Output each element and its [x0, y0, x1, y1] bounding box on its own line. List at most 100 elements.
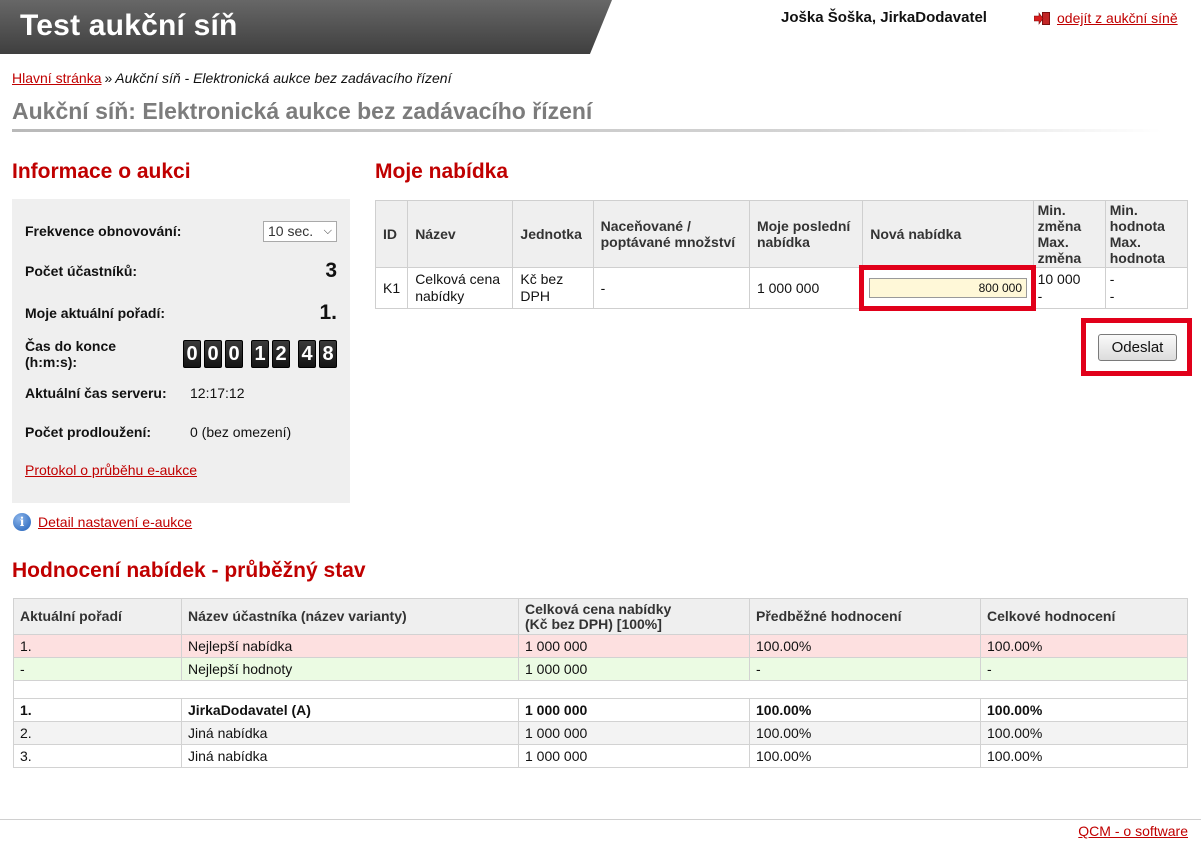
row-participant: Nejlepší nabídka — [181, 634, 519, 658]
row-price: 1 000 000 — [518, 634, 750, 658]
row-rank: - — [13, 657, 182, 681]
refresh-row: Frekvence obnovování: 10 sec. ⌵ — [25, 216, 337, 246]
chevron-down-icon: ⌵ — [323, 224, 332, 237]
evaluation-table: Aktuální pořadí Název účastníka (název v… — [13, 598, 1188, 768]
col-price: Celková cena nabídky (Kč bez DPH) [100%] — [518, 598, 750, 635]
offer-change: 10 000- — [1032, 267, 1106, 309]
col-quantity: Naceňované / poptávané množství — [592, 200, 750, 268]
offer-id: K1 — [374, 267, 409, 309]
row-total: 100.00% — [980, 698, 1188, 722]
info-icon: i — [13, 513, 31, 531]
info-heading: Informace o aukci — [12, 160, 191, 183]
new-bid-input[interactable] — [869, 278, 1027, 298]
refresh-select[interactable]: 10 sec. ⌵ — [263, 220, 337, 242]
breadcrumb-home-link[interactable]: Hlavní stránka — [12, 70, 101, 86]
protocol-row: Protokol o průběhu e-aukce — [25, 455, 337, 485]
offer-quantity: - — [592, 267, 750, 309]
row-prelim: 100.00% — [749, 744, 981, 768]
row-participant: Nejlepší hodnoty — [181, 657, 519, 681]
col-rank: Aktuální pořadí — [13, 598, 182, 635]
row-rank: 2. — [13, 721, 182, 745]
col-name: Název — [407, 200, 514, 268]
logout: odejít z aukční síně — [1033, 10, 1178, 26]
col-unit: Jednotka — [512, 200, 594, 268]
breadcrumb: Hlavní stránka» Aukční síň - Elektronická… — [12, 70, 451, 86]
row-participant: Jiná nabídka — [181, 721, 519, 745]
footer-link[interactable]: QCM - o software — [1078, 823, 1188, 839]
server-time-value: 12:17:12 — [190, 385, 245, 401]
col-participant: Název účastníka (název varianty) — [181, 598, 519, 635]
offer-max-value: - — [1109, 288, 1115, 304]
table-row: - Nejlepší hodnoty 1 000 000 - - — [13, 657, 1188, 681]
detail-settings-link[interactable]: Detail nastavení e-aukce — [38, 514, 192, 530]
refresh-label: Frekvence obnovování: — [25, 223, 182, 239]
submit-button[interactable]: Odeslat — [1098, 334, 1177, 361]
logout-link[interactable]: odejít z aukční síně — [1057, 10, 1178, 26]
row-price: 1 000 000 — [518, 744, 750, 768]
col-value-line3: Max. — [1109, 234, 1141, 250]
col-last-bid-line2: nabídka — [756, 234, 810, 250]
table-row: 3. Jiná nabídka 1 000 000 100.00% 100.00… — [13, 744, 1188, 768]
page-title: Aukční síň: Elektronická aukce bez zadáv… — [12, 98, 593, 124]
offer-unit-line1: Kč bez — [520, 271, 564, 287]
col-last-bid-line1: Moje poslední — [756, 218, 851, 234]
offer-heading: Moje nabídka — [375, 160, 509, 183]
timer-digit: 4 — [298, 340, 316, 368]
offer-header-row: ID Název Jednotka Naceňované / poptávané … — [374, 200, 1189, 268]
rank-row: Moje aktuální pořadí: 1. — [25, 298, 337, 328]
offer-row: K1 Celková cena nabídky Kč bez DPH - 1 000… — [374, 267, 1189, 309]
col-price-line2: (Kč bez DPH) [100%] — [525, 615, 662, 632]
row-rank: 3. — [13, 744, 182, 768]
col-value: Min. hodnota Max. hodnota — [1104, 200, 1189, 268]
breadcrumb-separator: » — [104, 70, 113, 86]
title-divider — [12, 129, 1162, 132]
row-participant: JirkaDodavatel (A) — [181, 698, 519, 722]
offer-min-value: - — [1109, 271, 1115, 287]
offer-min-change: 10 000 — [1037, 271, 1081, 287]
row-total: - — [980, 657, 1188, 681]
row-prelim: 100.00% — [749, 698, 981, 722]
table-spacer-row — [13, 680, 1188, 699]
row-total: 100.00% — [980, 634, 1188, 658]
row-prelim: 100.00% — [749, 721, 981, 745]
info-panel: Frekvence obnovování: 10 sec. ⌵ Počet úč… — [12, 199, 350, 503]
timer-digit: 8 — [319, 340, 337, 368]
offer-last-bid: 1 000 000 — [748, 267, 864, 309]
col-change: Min. změna Max. změna — [1032, 200, 1106, 268]
participants-value: 3 — [325, 259, 337, 282]
col-id: ID — [374, 200, 409, 268]
row-price: 1 000 000 — [518, 698, 750, 722]
timer-digit: 0 — [204, 340, 222, 368]
col-change-line3: Max. — [1037, 234, 1069, 250]
protocol-link[interactable]: Protokol o průběhu e-aukce — [25, 462, 197, 478]
top-bar: Test aukční síň Joška Šoška, JirkaDodava… — [0, 0, 1201, 54]
row-price: 1 000 000 — [518, 657, 750, 681]
time-label: Čas do konce (h:m:s): — [25, 338, 117, 370]
countdown-timer: 0 0 0 1 2 4 8 — [183, 340, 337, 368]
offer-table: ID Název Jednotka Naceňované / poptávané … — [374, 200, 1189, 309]
table-row: 2. Jiná nabídka 1 000 000 100.00% 100.00… — [13, 721, 1188, 745]
offer-unit-line2: DPH — [520, 288, 550, 304]
col-value-line1: Min. — [1109, 202, 1138, 218]
participants-label: Počet účastníků: — [25, 263, 138, 279]
col-value-line2: hodnota — [1109, 218, 1165, 234]
col-new-bid: Nová nabídka — [862, 200, 1034, 268]
col-value-line4: hodnota — [1109, 250, 1165, 266]
row-prelim: - — [749, 657, 981, 681]
server-time-row: Aktuální čas serveru: 12:17:12 — [25, 378, 337, 408]
col-change-line1: Min. — [1037, 202, 1066, 218]
table-row: 1. JirkaDodavatel (A) 1 000 000 100.00% … — [13, 698, 1188, 722]
participants-row: Počet účastníků: 3 — [25, 256, 337, 286]
spacer-cell — [13, 680, 1188, 699]
refresh-select-value: 10 sec. — [268, 223, 314, 239]
row-rank: 1. — [13, 634, 182, 658]
rank-value: 1. — [319, 301, 337, 324]
row-prelim: 100.00% — [749, 634, 981, 658]
row-participant: Jiná nabídka — [181, 744, 519, 768]
col-change-line4: změna — [1037, 250, 1082, 266]
table-row: 1. Nejlepší nabídka 1 000 000 100.00% 10… — [13, 634, 1188, 658]
breadcrumb-current: Aukční síň - Elektronická aukce bez zadá… — [115, 70, 452, 86]
exit-door-icon[interactable] — [1033, 11, 1051, 26]
timer-digit: 2 — [272, 340, 290, 368]
col-prelim: Předběžné hodnocení — [749, 598, 981, 635]
